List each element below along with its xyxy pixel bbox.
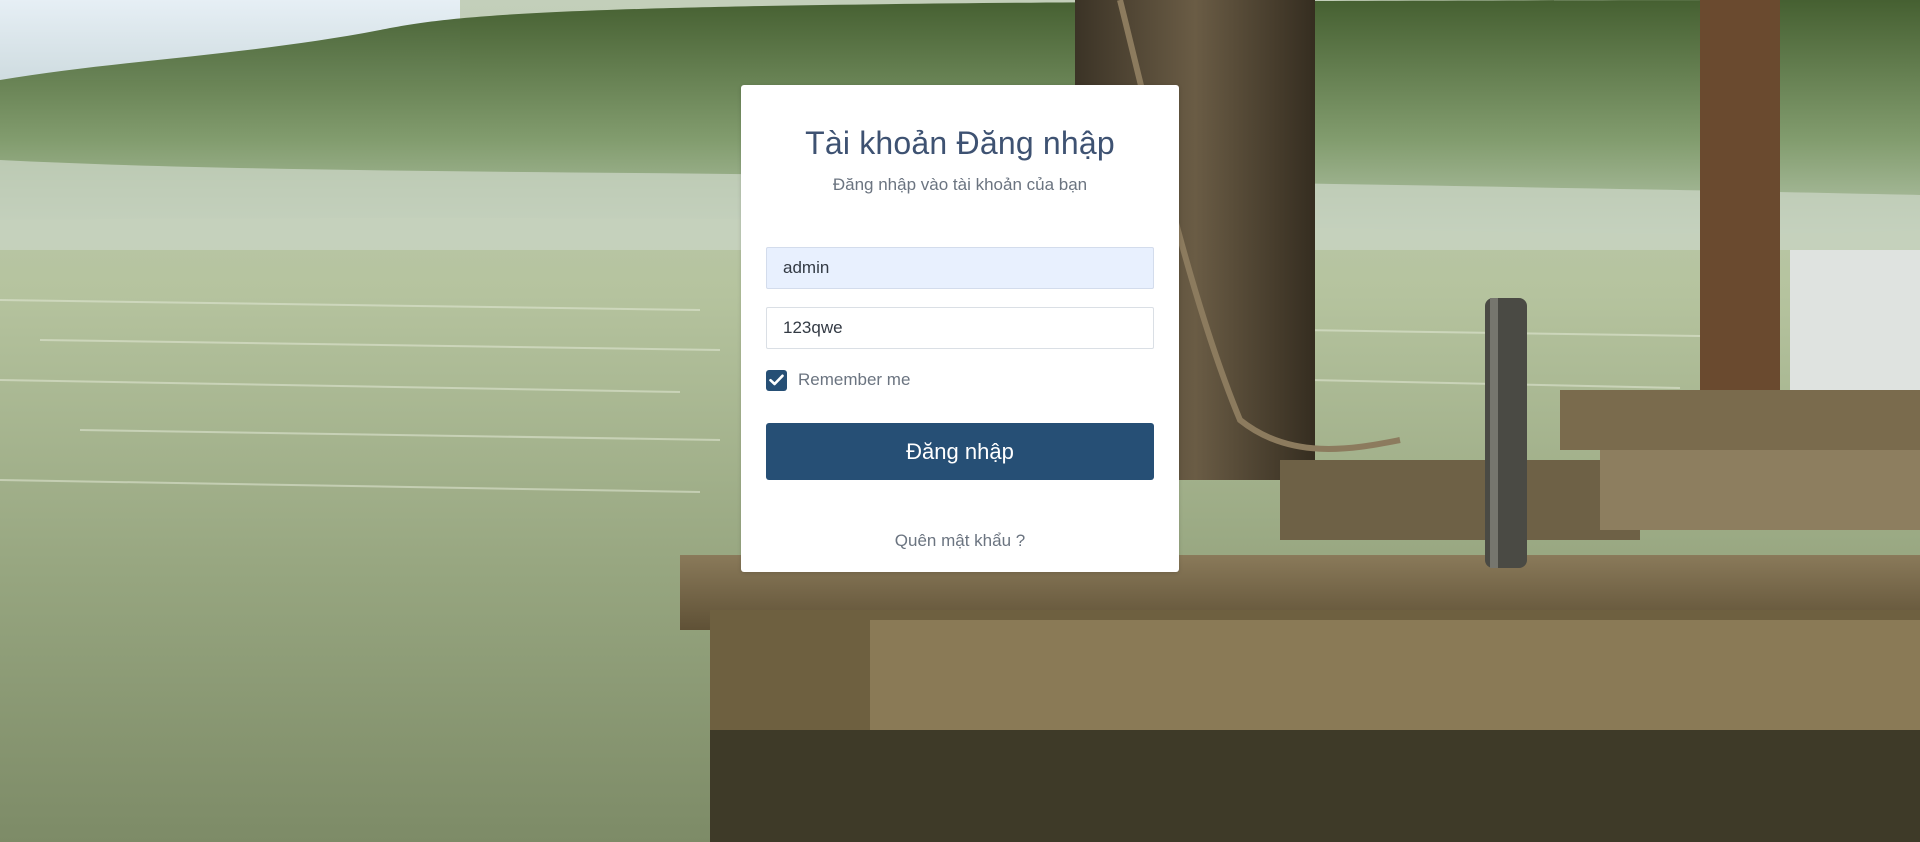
page-title: Tài khoản Đăng nhập — [805, 125, 1115, 161]
check-icon — [769, 374, 784, 386]
username-input[interactable] — [766, 247, 1154, 289]
password-input[interactable] — [766, 307, 1154, 349]
remember-me-label: Remember me — [798, 370, 911, 389]
remember-me-checkbox[interactable]: Remember me — [766, 369, 910, 391]
login-card: Tài khoản Đăng nhập Đăng nhập vào tài kh… — [741, 85, 1179, 572]
checkbox-box[interactable] — [766, 369, 787, 391]
page-subtitle: Đăng nhập vào tài khoản của bạn — [832, 175, 1088, 194]
login-button[interactable]: Đăng nhập — [766, 423, 1154, 480]
forgot-password-link[interactable]: Quên mật khẩu ? — [741, 531, 1179, 551]
